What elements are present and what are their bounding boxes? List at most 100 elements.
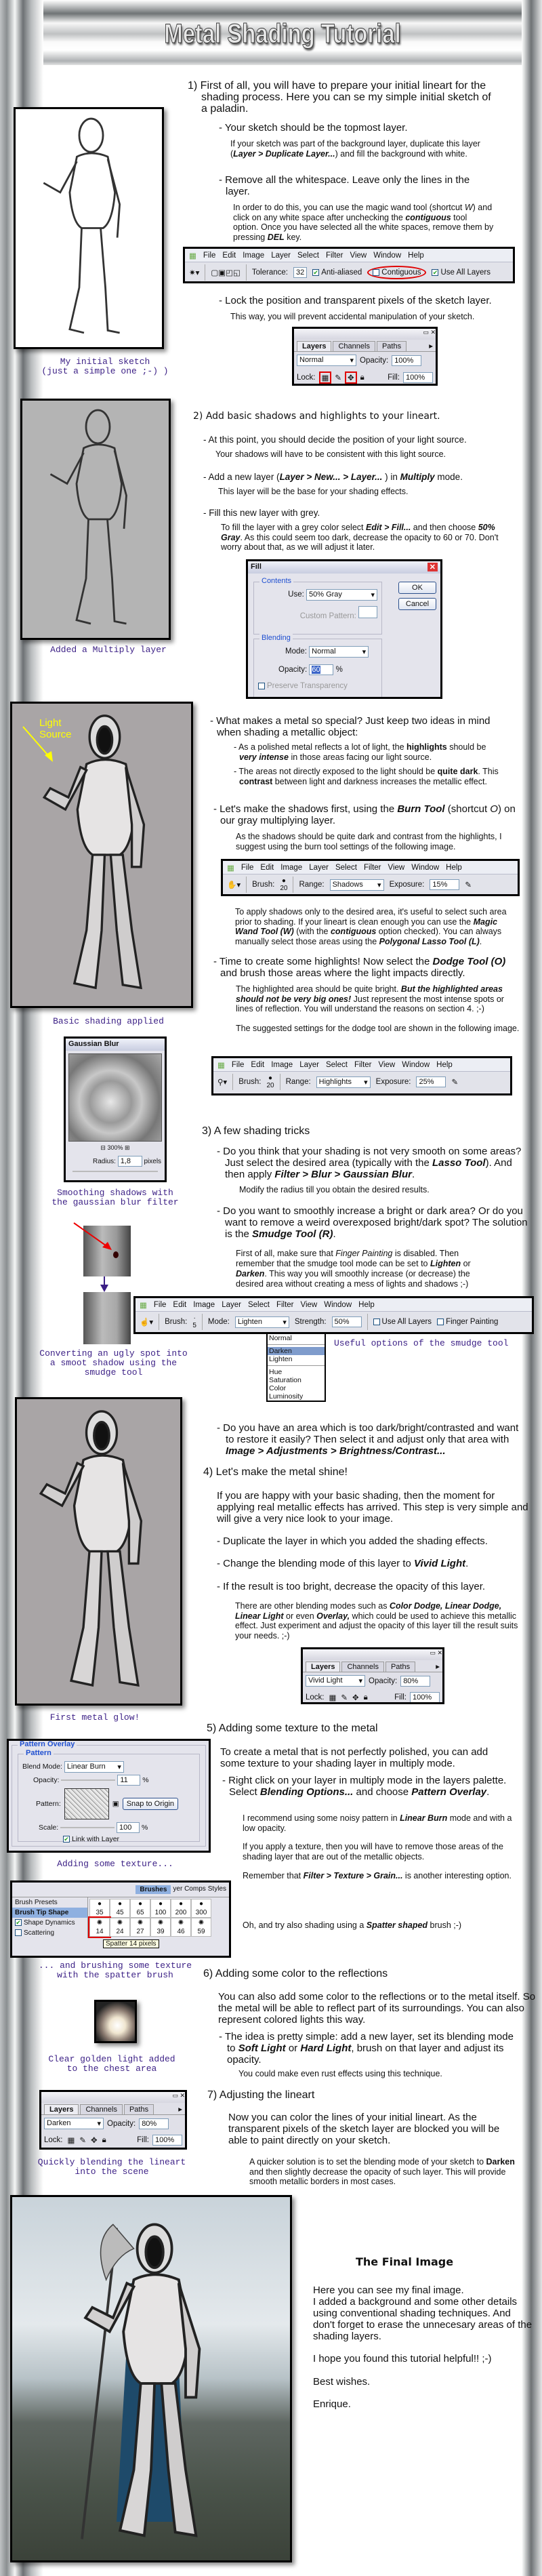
brush-presets-item[interactable]: Brush Presets <box>12 1897 87 1908</box>
lock-all-icon[interactable]: 🔒︎ <box>102 2136 106 2145</box>
airbrush-icon[interactable]: ✎ <box>451 1077 458 1087</box>
brush-preset[interactable]: ✺ 59 <box>191 1918 211 1937</box>
menu-item-filter[interactable]: Filter <box>326 251 343 260</box>
brush-picker[interactable]: ● 20 <box>280 877 287 892</box>
smudge-tool-icon[interactable]: ☝▾ <box>140 1317 153 1327</box>
brush-preset[interactable]: ● 200 <box>171 1899 191 1918</box>
fill-input[interactable]: 100% <box>410 1692 440 1702</box>
blend-mode-select[interactable]: Normal ▾ <box>297 355 356 366</box>
dropdown-option[interactable]: Hue <box>268 1368 325 1376</box>
brush-preset[interactable]: ✺ 24 <box>110 1918 130 1937</box>
zoom-out-icon[interactable]: ⊟ <box>100 1144 106 1151</box>
blend-mode-select[interactable]: Linear Burn ▾ <box>64 1761 124 1773</box>
tab-layer-comps[interactable]: yer Comps <box>173 1885 205 1894</box>
menu-item-window[interactable]: Window <box>402 1061 430 1069</box>
tab-paths[interactable]: Paths <box>385 1662 416 1672</box>
fill-input[interactable]: 100% <box>152 2135 182 2146</box>
dropdown-option[interactable]: Color <box>268 1384 325 1392</box>
tab-styles[interactable]: Styles <box>208 1885 226 1894</box>
menu-item-file[interactable]: File <box>241 864 254 872</box>
brush-preset[interactable]: ● 45 <box>110 1899 130 1918</box>
opacity-input[interactable]: 80% <box>139 2118 169 2129</box>
tab-brushes[interactable]: Brushes <box>136 1885 171 1894</box>
lock-paint-icon[interactable]: ✎ <box>335 373 341 382</box>
opacity-input[interactable]: 60 <box>309 664 334 675</box>
menu-item-window[interactable]: Window <box>411 864 439 872</box>
radius-slider[interactable] <box>72 1171 158 1172</box>
lock-position-icon[interactable]: ✥ <box>345 371 357 384</box>
menu-item-layer[interactable]: Layer <box>222 1301 241 1309</box>
anti-aliased-checkbox[interactable]: ✔ Anti-aliased <box>312 268 362 277</box>
brush-preset[interactable]: ✺ 27 <box>130 1918 150 1937</box>
menu-item-filter[interactable]: Filter <box>276 1301 294 1309</box>
brush-picker[interactable]: ● 20 <box>266 1074 274 1089</box>
range-select[interactable]: Shadows ▾ <box>329 879 384 891</box>
brush-preset[interactable]: ● 65 <box>130 1899 150 1918</box>
lock-position-icon[interactable]: ✥ <box>89 2135 99 2145</box>
lock-all-icon[interactable]: 🔒︎ <box>360 374 364 382</box>
tab-channels[interactable]: Channels <box>333 341 375 351</box>
dropdown-option[interactable]: Lighten <box>268 1355 325 1363</box>
opacity-input[interactable]: 80% <box>400 1675 431 1687</box>
lock-position-icon[interactable]: ✥ <box>351 1693 360 1702</box>
exposure-input[interactable]: 25% <box>416 1076 446 1087</box>
brush-picker[interactable]: · 5 <box>192 1314 196 1329</box>
mode-select[interactable]: Lighten ▾ <box>234 1316 289 1328</box>
radius-input[interactable]: 1,8 <box>117 1156 142 1167</box>
panel-menu-icon[interactable]: ▸ <box>178 2104 182 2114</box>
menu-item-edit[interactable]: Edit <box>173 1301 186 1309</box>
snap-to-origin-button[interactable]: Snap to Origin <box>122 1798 179 1810</box>
brush-preset[interactable]: ● 100 <box>150 1899 171 1918</box>
tolerance-input[interactable]: 32 <box>293 267 308 278</box>
brush-tip-shape-item[interactable]: Brush Tip Shape <box>12 1908 87 1918</box>
lock-transparent-icon[interactable]: ▦ <box>66 2135 77 2145</box>
use-select[interactable]: 50% Gray ▾ <box>306 589 377 601</box>
menu-item-select[interactable]: Select <box>326 1061 348 1069</box>
dropdown-option[interactable]: Luminosity <box>268 1392 325 1401</box>
menu-item-window[interactable]: Window <box>373 251 401 260</box>
use-all-layers-checkbox[interactable]: ✔ Use All Layers <box>432 268 491 277</box>
checkbox-checked-icon[interactable]: ✔ <box>63 1836 70 1843</box>
minimize-close-icons[interactable]: ▭ ✕ <box>430 1649 442 1657</box>
new-preset-icon[interactable]: ▣ <box>112 1800 119 1808</box>
lock-transparent-icon[interactable]: ▦ <box>318 371 332 384</box>
finger-painting-checkbox[interactable]: Finger Painting <box>437 1318 498 1326</box>
menu-item-file[interactable]: File <box>154 1301 167 1309</box>
tab-channels[interactable]: Channels <box>341 1662 384 1672</box>
brush-preset[interactable]: ✺ 14 <box>88 1916 111 1938</box>
pattern-swatch[interactable] <box>64 1788 109 1819</box>
close-icon[interactable]: ✕ <box>427 563 438 571</box>
menu-item-layer[interactable]: Layer <box>271 251 291 260</box>
menu-item-filter[interactable]: Filter <box>364 864 381 872</box>
fill-input[interactable]: 100% <box>403 372 433 383</box>
use-all-layers-checkbox[interactable]: Use All Layers <box>373 1318 432 1326</box>
lock-transparent-icon[interactable]: ▦ <box>328 1693 338 1702</box>
menu-item-layer[interactable]: Layer <box>299 1061 319 1069</box>
brush-preset[interactable]: ✺ 46 <box>171 1918 191 1937</box>
contiguous-checkbox[interactable]: Contiguous <box>367 266 427 279</box>
menu-item-image[interactable]: Image <box>243 251 264 260</box>
menu-item-window[interactable]: Window <box>324 1301 352 1309</box>
exposure-input[interactable]: 15% <box>430 879 460 890</box>
mode-select[interactable]: Normal ▾ <box>309 646 369 658</box>
opacity-input[interactable]: 100% <box>392 355 422 366</box>
dodge-tool-icon[interactable]: ⚲▾ <box>217 1077 227 1087</box>
menu-item-layer[interactable]: Layer <box>309 864 329 872</box>
blend-mode-select[interactable]: Darken ▾ <box>44 2118 104 2129</box>
dropdown-option-selected[interactable]: Darken <box>268 1347 325 1355</box>
menu-item-edit[interactable]: Edit <box>251 1061 264 1069</box>
cancel-button[interactable]: Cancel <box>398 598 436 610</box>
menu-item-help[interactable]: Help <box>436 1061 453 1069</box>
tab-paths[interactable]: Paths <box>376 341 407 351</box>
menu-item-image[interactable]: Image <box>193 1301 215 1309</box>
menu-item-view[interactable]: View <box>379 1061 396 1069</box>
tab-paths[interactable]: Paths <box>123 2104 154 2114</box>
minimize-close-icons[interactable]: ▭ ✕ <box>423 329 436 336</box>
blend-mode-select[interactable]: Vivid Light ▾ <box>306 1675 365 1687</box>
menu-item-image[interactable]: Image <box>271 1061 293 1069</box>
scale-slider[interactable] <box>60 1827 115 1829</box>
checkbox-unchecked-icon[interactable] <box>258 682 265 689</box>
selection-mode-icons[interactable]: ▢▣◰◱ <box>211 268 240 277</box>
menu-item-select[interactable]: Select <box>297 251 319 260</box>
tab-layers[interactable]: Layers <box>297 341 332 351</box>
